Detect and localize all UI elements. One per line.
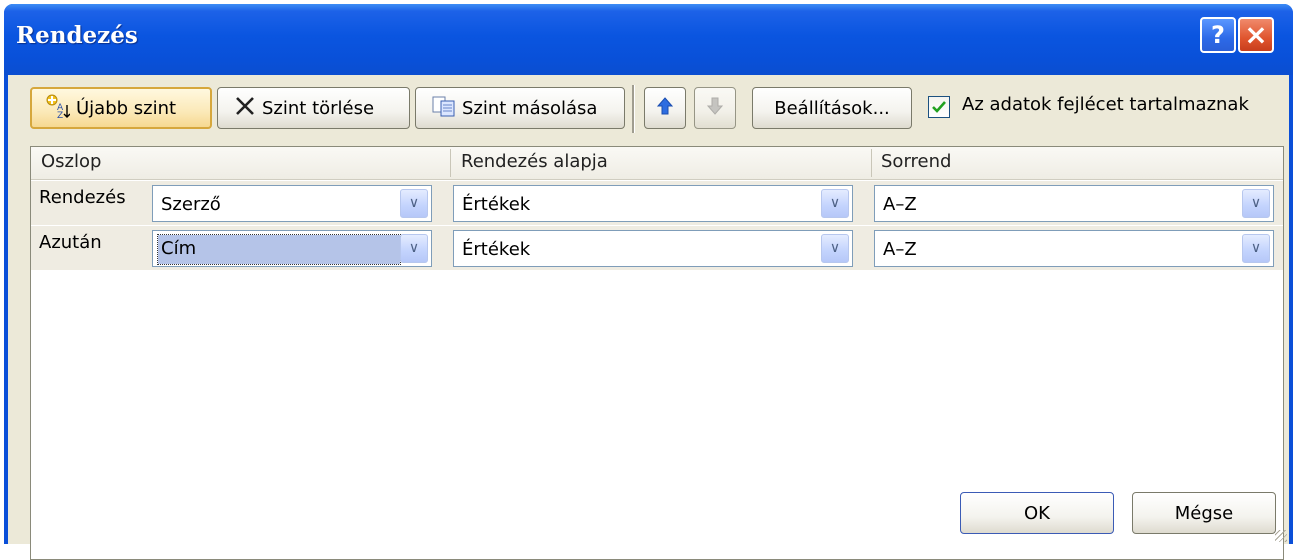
arrow-down-icon — [706, 97, 724, 120]
sort-level-row[interactable]: Rendezés Szerző ∨ Értékek ∨ A–Z ∨ — [31, 181, 1283, 225]
chevron-down-icon[interactable]: ∨ — [400, 234, 428, 263]
copy-level-button[interactable]: Szint másolása — [415, 87, 625, 129]
sort-level-row[interactable]: Azután Cím ∨ Értékek ∨ A–Z ∨ — [31, 226, 1283, 270]
checkmark-icon — [932, 101, 946, 113]
cancel-button[interactable]: Mégse — [1132, 492, 1276, 534]
order-dropdown[interactable]: A–Z ∨ — [874, 185, 1274, 222]
chevron-down-icon[interactable]: ∨ — [1242, 234, 1270, 263]
header-checkbox-label[interactable]: Az adatok fejlécet tartalmaznak — [962, 94, 1249, 115]
add-level-icon: A Z — [44, 93, 71, 124]
column-dropdown[interactable]: Cím ∨ — [152, 230, 432, 267]
header-checkbox[interactable] — [928, 96, 950, 118]
order-dropdown[interactable]: A–Z ∨ — [874, 230, 1274, 267]
help-button[interactable]: ? — [1200, 17, 1236, 53]
chevron-down-icon[interactable]: ∨ — [1242, 189, 1270, 218]
add-level-label: Újabb szint — [76, 97, 177, 119]
sort-on-dropdown[interactable]: Értékek ∨ — [453, 185, 853, 222]
delete-x-icon — [234, 95, 256, 122]
chevron-down-icon[interactable]: ∨ — [821, 234, 849, 263]
cancel-label: Mégse — [1174, 502, 1234, 524]
sort-dialog: Rendezés ? × A Z Újabb szint Szint törlé… — [4, 4, 1293, 560]
ok-button[interactable]: OK — [960, 492, 1114, 534]
column-header-sort-on: Rendezés alapja — [461, 151, 608, 172]
column-dropdown[interactable]: Szerző ∨ — [152, 185, 432, 222]
move-up-button[interactable] — [644, 87, 686, 129]
delete-level-label: Szint törlése — [262, 97, 375, 119]
column-dropdown-value: Cím — [156, 234, 402, 265]
move-down-button[interactable] — [694, 87, 736, 129]
dialog-body: A Z Újabb szint Szint törlése Szint máso… — [8, 75, 1289, 560]
copy-icon — [432, 95, 456, 122]
sort-on-dropdown-value: Értékek — [462, 194, 531, 215]
add-level-button[interactable]: A Z Újabb szint — [30, 87, 212, 129]
column-divider — [450, 149, 451, 177]
column-dropdown-value: Szerző — [161, 194, 221, 215]
resize-grip[interactable] — [1275, 530, 1287, 542]
chevron-down-icon[interactable]: ∨ — [400, 189, 428, 218]
sort-on-dropdown[interactable]: Értékek ∨ — [453, 230, 853, 267]
row-label: Azután — [39, 232, 102, 253]
close-button[interactable]: × — [1238, 17, 1274, 53]
grid-header: Oszlop Rendezés alapja Sorrend — [31, 147, 1283, 180]
arrow-up-icon — [656, 96, 674, 120]
toolbar-separator — [632, 85, 635, 133]
column-divider — [871, 149, 872, 177]
options-button[interactable]: Beállítások... — [752, 87, 912, 129]
column-header-column: Oszlop — [41, 151, 102, 172]
delete-level-button[interactable]: Szint törlése — [217, 87, 410, 129]
order-dropdown-value: A–Z — [883, 239, 917, 260]
ok-label: OK — [1024, 502, 1050, 524]
chevron-down-icon[interactable]: ∨ — [821, 189, 849, 218]
row-label: Rendezés — [39, 187, 126, 208]
order-dropdown-value: A–Z — [883, 194, 917, 215]
copy-level-label: Szint másolása — [462, 97, 598, 119]
sort-on-dropdown-value: Értékek — [462, 239, 531, 260]
column-header-order: Sorrend — [881, 151, 952, 172]
title-bar[interactable]: Rendezés ? × — [4, 4, 1293, 75]
options-label: Beállítások... — [774, 97, 890, 119]
dialog-title: Rendezés — [16, 22, 138, 49]
svg-text:Z: Z — [57, 111, 63, 119]
